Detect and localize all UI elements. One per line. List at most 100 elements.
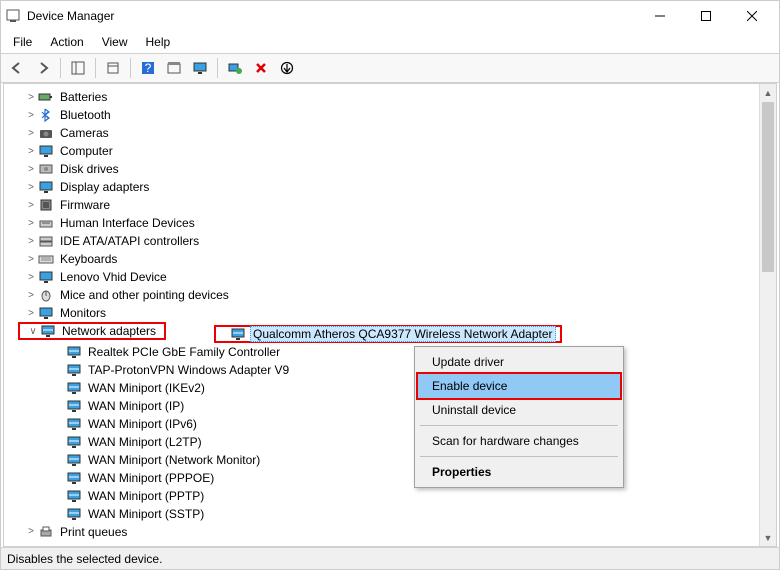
tree-device[interactable]: WAN Miniport (L2TP) (4, 433, 776, 451)
network-adapter-icon (66, 434, 82, 450)
ctx-separator (420, 425, 618, 426)
expand-arrow-icon[interactable]: > (24, 236, 38, 247)
scan-hardware-button[interactable] (223, 56, 247, 80)
tree-category[interactable]: > Keyboards (4, 250, 776, 268)
tree-category[interactable]: > Lenovo Vhid Device (4, 268, 776, 286)
category-label: Bluetooth (58, 108, 113, 122)
bluetooth-icon (38, 107, 54, 123)
expand-arrow-icon[interactable]: > (24, 110, 38, 121)
category-label: Cameras (58, 126, 111, 140)
tree-device[interactable]: Qualcomm Atheros QCA9377 Wireless Networ… (214, 325, 561, 343)
enable-device-button[interactable] (275, 56, 299, 80)
minimize-button[interactable] (637, 2, 683, 30)
tree-device[interactable]: WAN Miniport (PPPOE) (4, 469, 776, 487)
category-label: Firmware (58, 198, 112, 212)
expand-arrow-icon[interactable]: > (24, 218, 38, 229)
hid-icon (38, 215, 54, 231)
device-tree[interactable]: >Batteries>Bluetooth>Cameras>Computer>Di… (4, 84, 776, 545)
tree-category[interactable]: >Human Interface Devices (4, 214, 776, 232)
action-button[interactable] (162, 56, 186, 80)
disk-icon (38, 161, 54, 177)
tree-device[interactable]: WAN Miniport (SSTP) (4, 505, 776, 523)
device-label: WAN Miniport (PPPOE) (86, 471, 216, 485)
menu-action[interactable]: Action (42, 33, 91, 51)
tree-category[interactable]: >Monitors (4, 304, 776, 322)
svg-text:?: ? (145, 61, 152, 75)
category-label: Network adapters (60, 324, 158, 338)
tree-device[interactable]: TAP-ProtonVPN Windows Adapter V9 (4, 361, 776, 379)
ide-icon (38, 233, 54, 249)
tree-category-network-adapters[interactable]: ∨ Network adapters (18, 322, 166, 340)
ctx-properties[interactable]: Properties (418, 460, 620, 484)
expand-arrow-icon[interactable]: > (24, 92, 38, 103)
maximize-button[interactable] (683, 2, 729, 30)
tree-category[interactable]: > IDE ATA/ATAPI controllers (4, 232, 776, 250)
expand-arrow-icon[interactable]: > (24, 182, 38, 193)
collapse-arrow-icon[interactable]: ∨ (26, 326, 40, 337)
ctx-update-driver[interactable]: Update driver (418, 350, 620, 374)
back-button[interactable] (5, 56, 29, 80)
tree-category[interactable]: >Computer (4, 142, 776, 160)
tree-device[interactable]: WAN Miniport (PPTP) (4, 487, 776, 505)
menu-file[interactable]: File (5, 33, 40, 51)
tree-category[interactable]: > Bluetooth (4, 106, 776, 124)
device-label: WAN Miniport (IPv6) (86, 417, 199, 431)
tree-category[interactable]: > Mice and other pointing devices (4, 286, 776, 304)
expand-arrow-icon[interactable]: > (24, 146, 38, 157)
window-title: Device Manager (27, 9, 637, 23)
toolbar: ? (1, 53, 779, 83)
scroll-up-arrow[interactable]: ▲ (760, 84, 776, 101)
ctx-enable-device[interactable]: Enable device (418, 374, 620, 398)
network-adapter-icon (66, 362, 82, 378)
tree-category[interactable]: > Display adapters (4, 178, 776, 196)
category-label: Keyboards (58, 252, 119, 266)
tree-category[interactable]: > Batteries (4, 88, 776, 106)
tree-category[interactable]: > Firmware (4, 196, 776, 214)
help-button[interactable]: ? (136, 56, 160, 80)
menu-help[interactable]: Help (138, 33, 179, 51)
scrollbar-thumb[interactable] (762, 102, 774, 272)
expand-arrow-icon[interactable]: > (24, 526, 38, 537)
category-label: Batteries (58, 90, 109, 104)
tree-category[interactable]: > Cameras (4, 124, 776, 142)
expand-arrow-icon[interactable]: > (24, 290, 38, 301)
tree-category[interactable]: >Print queues (4, 523, 776, 541)
expand-arrow-icon[interactable]: > (24, 308, 38, 319)
expand-arrow-icon[interactable]: > (24, 128, 38, 139)
close-button[interactable] (729, 2, 775, 30)
network-adapter-icon (66, 452, 82, 468)
tree-device[interactable]: Realtek PCIe GbE Family Controller (4, 343, 776, 361)
tree-device[interactable]: WAN Miniport (IKEv2) (4, 379, 776, 397)
category-label: IDE ATA/ATAPI controllers (58, 234, 201, 248)
device-tree-panel: >Batteries>Bluetooth>Cameras>Computer>Di… (3, 83, 777, 547)
network-adapter-icon (66, 344, 82, 360)
category-label: Mice and other pointing devices (58, 288, 231, 302)
monitor-icon (38, 305, 54, 321)
category-label: Lenovo Vhid Device (58, 270, 169, 284)
ctx-separator (420, 456, 618, 457)
show-hide-tree-button[interactable] (66, 56, 90, 80)
device-label: Qualcomm Atheros QCA9377 Wireless Networ… (250, 326, 555, 342)
properties-button[interactable] (101, 56, 125, 80)
device-label: WAN Miniport (PPTP) (86, 489, 206, 503)
menu-view[interactable]: View (94, 33, 136, 51)
expand-arrow-icon[interactable]: > (24, 164, 38, 175)
ctx-uninstall-device[interactable]: Uninstall device (418, 398, 620, 422)
tree-category[interactable]: >Disk drives (4, 160, 776, 178)
expand-arrow-icon[interactable]: > (24, 200, 38, 211)
expand-arrow-icon[interactable]: > (24, 272, 38, 283)
tree-device[interactable]: WAN Miniport (IP) (4, 397, 776, 415)
expand-arrow-icon[interactable]: > (24, 254, 38, 265)
battery-icon (38, 89, 54, 105)
delete-button[interactable] (249, 56, 273, 80)
tree-device[interactable]: WAN Miniport (IPv6) (4, 415, 776, 433)
category-label: Display adapters (58, 180, 151, 194)
ctx-scan-hardware[interactable]: Scan for hardware changes (418, 429, 620, 453)
tree-device[interactable]: WAN Miniport (Network Monitor) (4, 451, 776, 469)
network-adapter-icon (66, 416, 82, 432)
scroll-down-arrow[interactable]: ▼ (760, 529, 776, 546)
vertical-scrollbar[interactable]: ▲ ▼ (759, 84, 776, 546)
display-button[interactable] (188, 56, 212, 80)
forward-button[interactable] (31, 56, 55, 80)
device-label: WAN Miniport (IKEv2) (86, 381, 207, 395)
